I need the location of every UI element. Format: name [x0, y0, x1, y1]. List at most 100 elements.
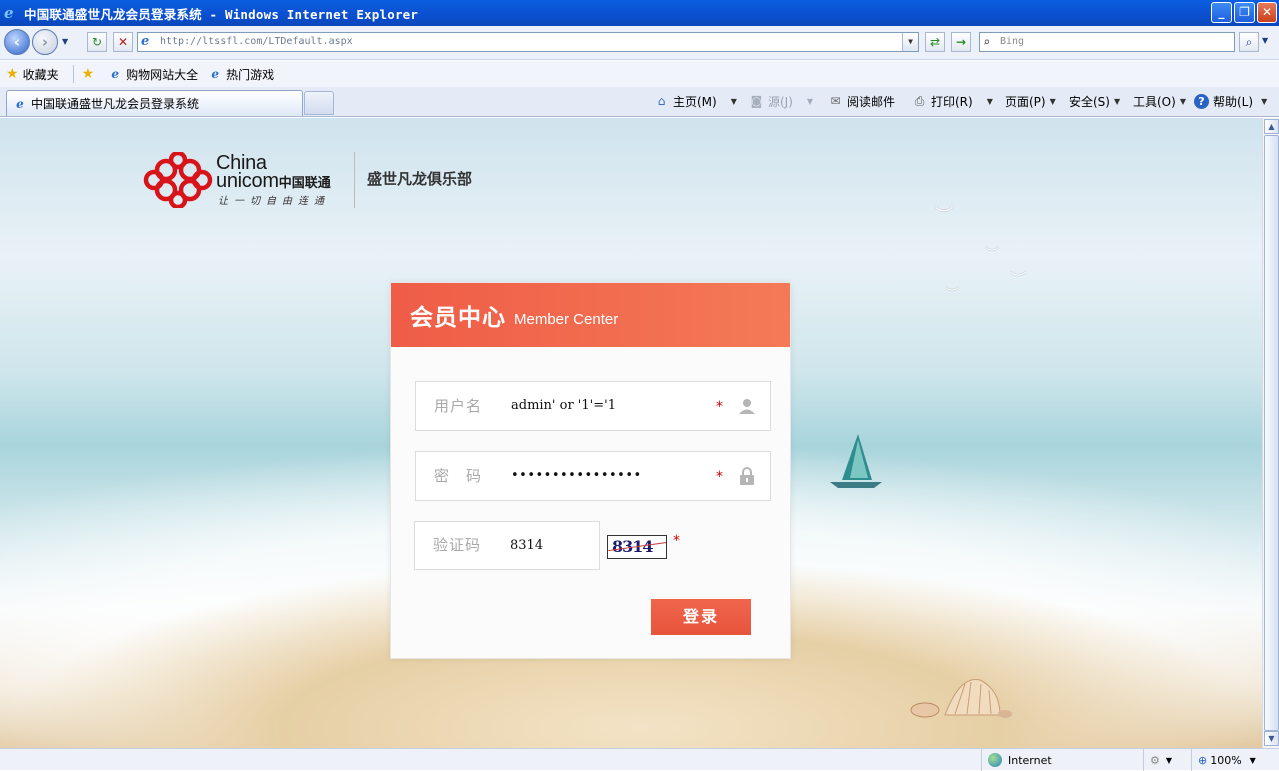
- protected-mode-icon: ⚙: [1150, 753, 1160, 767]
- seagull-icon: ︶: [1010, 270, 1027, 289]
- safety-menu[interactable]: 安全(S) ▼: [1069, 87, 1120, 115]
- captcha-label: 验证码: [433, 536, 482, 554]
- username-label: 用户名: [434, 397, 483, 415]
- favorite-link-shopping[interactable]: e 购物网站大全: [108, 66, 198, 83]
- search-input[interactable]: ⌕ Bing: [979, 32, 1235, 52]
- member-login-panel: 会员中心 Member Center 用户名 admin' or '1'='1 …: [390, 282, 791, 659]
- user-icon: [739, 399, 755, 414]
- favorite-link-label: 热门游戏: [226, 67, 275, 82]
- page-menu-label: 页面(P): [1005, 94, 1046, 109]
- add-favorite-button[interactable]: ★: [82, 66, 99, 82]
- brand-name-line2: unicom中国联通: [216, 170, 331, 194]
- favorites-bar: ★ 收藏夹 ★ e 购物网站大全 e 热门游戏: [0, 61, 1279, 87]
- print-label: 打印(R): [931, 94, 973, 109]
- mail-icon: ✉: [830, 93, 841, 108]
- panel-header: 会员中心 Member Center: [391, 283, 790, 347]
- restore-button[interactable]: ❐: [1234, 2, 1255, 23]
- feeds-dropdown-icon[interactable]: ▼: [807, 97, 813, 106]
- page-dropdown-icon: ▼: [1049, 96, 1056, 106]
- stop-icon: ✕: [117, 35, 129, 49]
- forward-arrow-icon: ›: [41, 33, 49, 51]
- zoom-button[interactable]: ⊕ 100% ▼: [1191, 749, 1279, 771]
- tab-ie-icon: e: [16, 96, 24, 111]
- window-titlebar: e 中国联通盛世凡龙会员登录系统 - Windows Internet Expl…: [0, 0, 1279, 26]
- rss-feed-icon: ◙: [750, 93, 763, 108]
- required-mark: *: [716, 469, 723, 485]
- zone-indicator[interactable]: Internet: [981, 749, 1141, 771]
- password-value[interactable]: ••••••••••••••••: [511, 452, 642, 500]
- brand-unicom: unicom: [216, 170, 279, 192]
- zoom-icon: ⊕: [1198, 753, 1208, 767]
- favorites-star-icon: ★: [6, 66, 19, 82]
- login-button[interactable]: 登录: [651, 599, 751, 635]
- new-tab-button[interactable]: [304, 91, 334, 115]
- back-button[interactable]: ‹: [4, 29, 30, 55]
- club-name: 盛世凡龙俱乐部: [367, 170, 473, 188]
- panel-title-cn: 会员中心: [410, 305, 506, 331]
- favorites-button[interactable]: ★ 收藏夹: [6, 66, 59, 83]
- search-options-icon[interactable]: ▼: [1262, 36, 1268, 45]
- page-viewport: China unicom中国联通 让一切自由连通 盛世凡龙俱乐部 ︶ ︶ ︶ ︶…: [0, 118, 1262, 748]
- print-button[interactable]: ⎙ 打印(R) ▼: [912, 87, 993, 115]
- sailboat-icon: [830, 434, 882, 488]
- captcha-image[interactable]: 8314: [607, 535, 667, 559]
- favbar-divider: [72, 65, 74, 83]
- logo-divider: [354, 152, 355, 208]
- close-button[interactable]: ✕: [1257, 2, 1277, 23]
- stop-button[interactable]: ✕: [113, 32, 133, 52]
- favorites-label: 收藏夹: [22, 67, 59, 82]
- tools-dropdown-icon: ▼: [1179, 96, 1186, 106]
- captcha-value[interactable]: 8314: [510, 522, 543, 569]
- captcha-field[interactable]: 验证码 8314: [414, 521, 600, 570]
- back-arrow-icon: ‹: [13, 33, 21, 51]
- seagull-icon: ︶: [935, 206, 953, 227]
- help-icon: ?: [1194, 93, 1209, 109]
- address-input[interactable]: e http://ltssfl.com/LTDefault.aspx ▼: [137, 32, 919, 52]
- username-value[interactable]: admin' or '1'='1: [511, 382, 616, 430]
- help-menu[interactable]: ? 帮助(L) ▼: [1194, 87, 1267, 115]
- home-button[interactable]: ⌂ 主页(M) ▼: [654, 87, 737, 115]
- home-dropdown-icon[interactable]: ▼: [731, 97, 737, 106]
- username-field[interactable]: 用户名 admin' or '1'='1 *: [415, 381, 771, 431]
- refresh-button[interactable]: ↻: [87, 32, 107, 52]
- ie-logo-icon: e: [4, 4, 14, 22]
- safety-dropdown-icon: ▼: [1113, 96, 1121, 106]
- required-mark: *: [716, 399, 723, 415]
- protected-mode-button[interactable]: ⚙ ▼: [1143, 749, 1191, 771]
- scroll-thumb[interactable]: [1264, 135, 1279, 731]
- minimize-button[interactable]: _: [1211, 2, 1232, 23]
- read-mail-button[interactable]: ✉ 阅读邮件: [828, 87, 895, 115]
- history-dropdown-icon[interactable]: ▼: [62, 37, 68, 46]
- favorite-link-games[interactable]: e 热门游戏: [208, 66, 274, 83]
- forward-button[interactable]: ›: [32, 29, 58, 55]
- page-menu[interactable]: 页面(P) ▼: [1005, 87, 1056, 115]
- address-dropdown-icon[interactable]: ▼: [902, 33, 918, 51]
- scroll-down-icon[interactable]: ▼: [1264, 731, 1279, 746]
- panel-title-en: Member Center: [514, 310, 619, 328]
- page-ie-icon: e: [141, 34, 150, 49]
- add-favorite-icon: ★: [81, 66, 95, 82]
- vertical-scrollbar[interactable]: ▲ ▼: [1262, 118, 1279, 748]
- search-placeholder: Bing: [1000, 36, 1025, 47]
- zoom-level: 100%: [1210, 753, 1242, 767]
- internet-globe-icon: [988, 753, 1002, 767]
- compat-icon: ⇄: [929, 35, 941, 49]
- favorite-link-label: 购物网站大全: [126, 67, 199, 82]
- feeds-label: 源(J): [768, 94, 793, 109]
- feeds-button[interactable]: ◙ 源(J) ▼: [749, 87, 813, 115]
- brand-slogan: 让一切自由连通: [218, 196, 330, 207]
- tools-menu[interactable]: 工具(O) ▼: [1133, 87, 1186, 115]
- compatibility-button[interactable]: ⇄: [925, 32, 945, 52]
- scroll-up-icon[interactable]: ▲: [1264, 119, 1279, 134]
- print-dropdown-icon[interactable]: ▼: [987, 97, 993, 106]
- status-bar: Internet ⚙ ▼ ⊕ 100% ▼: [0, 748, 1279, 771]
- search-button[interactable]: ⌕: [1239, 32, 1259, 52]
- tab-active[interactable]: e 中国联通盛世凡龙会员登录系统: [6, 90, 303, 116]
- home-icon: ⌂: [657, 93, 666, 108]
- home-label: 主页(M): [673, 94, 717, 109]
- search-go-icon: ⌕: [1245, 35, 1253, 49]
- help-dropdown-icon: ▼: [1261, 96, 1268, 106]
- password-field[interactable]: 密 码 •••••••••••••••• *: [415, 451, 771, 501]
- go-button[interactable]: →: [951, 32, 971, 52]
- printer-icon: ⎙: [914, 93, 925, 108]
